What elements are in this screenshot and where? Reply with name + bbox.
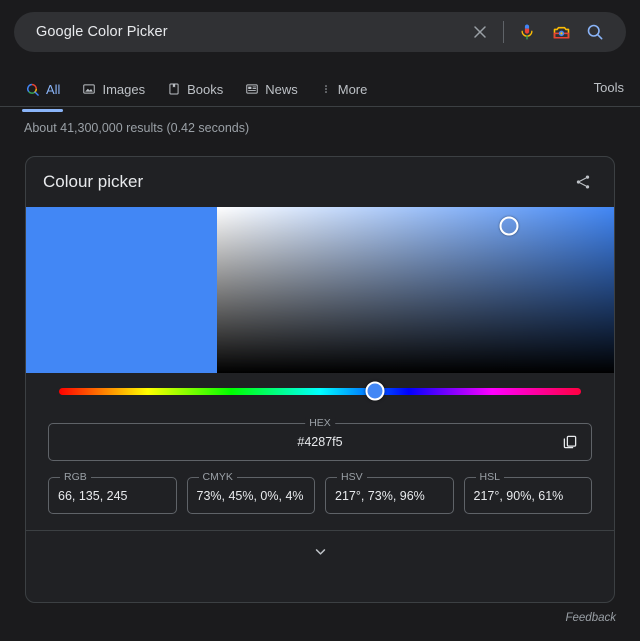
share-button[interactable] xyxy=(568,167,598,197)
hsl-field-label: HSL xyxy=(475,471,504,484)
rgb-field-label: RGB xyxy=(60,471,91,484)
feedback-link[interactable]: Feedback xyxy=(565,612,616,624)
search-results-page: Google Color Picker All Images Books New… xyxy=(0,0,640,641)
result-stats: About 41,300,000 results (0.42 seconds) xyxy=(24,121,250,135)
expand-card-button[interactable] xyxy=(26,531,614,571)
tools-button[interactable]: Tools xyxy=(594,80,624,95)
cmyk-field-value: 73%, 45%, 0%, 4% xyxy=(196,488,304,503)
hsv-field-label: HSV xyxy=(337,471,367,484)
cmyk-field[interactable]: CMYK 73%, 45%, 0%, 4% xyxy=(186,471,315,514)
colour-preview-row xyxy=(26,207,614,373)
image-icon xyxy=(83,84,96,94)
card-title: Colour picker xyxy=(43,172,144,191)
search-bar-divider xyxy=(503,21,504,43)
card-header: Colour picker xyxy=(26,157,614,207)
search-icon xyxy=(587,24,603,40)
lens-search-button[interactable] xyxy=(544,15,578,49)
saturation-value-thumb[interactable] xyxy=(499,216,519,236)
close-icon xyxy=(474,26,486,38)
rgb-field-value: 66, 135, 245 xyxy=(58,488,128,503)
tab-label: News xyxy=(265,81,298,97)
copy-icon xyxy=(563,435,577,449)
search-submit-button[interactable] xyxy=(578,15,612,49)
tab-label: All xyxy=(46,81,61,97)
google-lens-camera-icon xyxy=(553,26,569,39)
hsv-field[interactable]: HSV 217°, 73%, 96% xyxy=(325,471,454,514)
news-icon xyxy=(246,84,258,94)
rgb-field[interactable]: RGB 66, 135, 245 xyxy=(48,471,177,514)
tab-label: More xyxy=(337,81,368,97)
hsl-field-value: 217°, 90%, 61% xyxy=(473,488,564,503)
copy-hex-button[interactable] xyxy=(557,429,583,455)
value-gradient xyxy=(217,207,614,373)
clear-search-button[interactable] xyxy=(463,15,497,49)
hsl-field[interactable]: HSL 217°, 90%, 61% xyxy=(463,471,592,514)
colour-picker-card: Colour picker HEX #4287f5 RGB 66, 135, 2… xyxy=(25,156,615,603)
selected-colour-swatch xyxy=(26,207,217,373)
tab-label: Books xyxy=(187,81,224,97)
cmyk-field-label: CMYK xyxy=(198,471,237,484)
hsv-field-value: 217°, 73%, 96% xyxy=(335,488,425,503)
hex-field[interactable]: HEX #4287f5 xyxy=(48,417,592,461)
search-bar[interactable]: Google Color Picker xyxy=(14,12,626,52)
voice-search-button[interactable] xyxy=(510,15,544,49)
tabs-divider xyxy=(0,106,640,107)
tab-images[interactable]: Images xyxy=(71,72,156,106)
search-bar-actions xyxy=(463,15,626,49)
tab-news[interactable]: News xyxy=(234,72,309,106)
tab-label: Images xyxy=(102,81,146,97)
microphone-icon xyxy=(521,24,533,40)
colour-value-fields: HEX #4287f5 RGB 66, 135, 245 CMYK 73%, 4… xyxy=(26,409,614,514)
search-icon xyxy=(27,83,39,96)
hue-slider[interactable] xyxy=(59,373,581,409)
share-icon xyxy=(576,175,590,189)
hue-slider-thumb[interactable] xyxy=(365,381,385,401)
tab-all[interactable]: All xyxy=(14,72,71,112)
search-tabs: All Images Books News More xyxy=(0,72,640,112)
tab-more[interactable]: More xyxy=(309,72,379,106)
chevron-down-icon xyxy=(315,548,325,555)
book-icon xyxy=(169,83,179,95)
hue-slider-track[interactable] xyxy=(59,387,581,395)
more-vert-icon xyxy=(325,85,327,93)
colour-model-fields: RGB 66, 135, 245 CMYK 73%, 45%, 0%, 4% H… xyxy=(48,471,592,514)
hex-field-label: HEX xyxy=(305,417,335,430)
saturation-value-area[interactable] xyxy=(217,207,614,373)
search-input[interactable]: Google Color Picker xyxy=(36,24,463,40)
hex-field-value: #4287f5 xyxy=(297,435,343,449)
tab-books[interactable]: Books xyxy=(156,72,234,106)
